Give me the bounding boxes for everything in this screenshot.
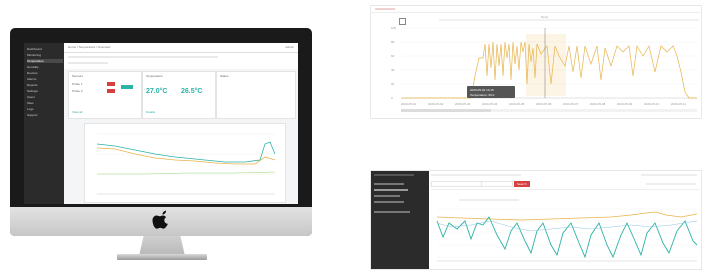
- tooltip-line: 2020-05-04 10:15: [470, 88, 494, 92]
- history-line-chart: [436, 208, 698, 262]
- card-title: Status: [220, 74, 229, 78]
- temp-value: 27.0°C: [146, 88, 168, 95]
- y-tick: 100: [391, 26, 396, 30]
- sidebar-item[interactable]: Logs: [27, 107, 63, 111]
- zoom-slider-handle[interactable]: [401, 109, 491, 112]
- highlight-band: [526, 34, 566, 96]
- sidebar-item-active[interactable]: Temperature: [27, 59, 63, 63]
- temp-value: 26.5°C: [181, 88, 203, 95]
- history-sidebar: [371, 171, 429, 269]
- sidebar-item[interactable]: Sites: [27, 101, 63, 105]
- sidebar-item[interactable]: Reports: [27, 83, 63, 87]
- x-tick: 2020-05-11: [671, 102, 686, 106]
- series-a-line: [436, 211, 698, 221]
- y-tick: 20: [391, 82, 395, 86]
- app-sidebar: Dashboard Monitoring Temperature Humidit…: [24, 43, 64, 204]
- search-button[interactable]: Search: [514, 181, 530, 187]
- x-tick: 2020-05-07: [563, 102, 579, 106]
- sidebar-item[interactable]: Devices: [27, 71, 63, 75]
- card-row: Probe 1: [72, 82, 83, 86]
- x-tick: 2020-05-04: [482, 102, 498, 106]
- status-card: Status: [216, 71, 296, 119]
- details-link[interactable]: Details: [146, 110, 155, 114]
- card-title: Temperature: [146, 74, 163, 78]
- x-tick: 2020-05-08: [590, 102, 606, 106]
- date-input[interactable]: [481, 181, 513, 187]
- y-ticks: 100 80 60 40 20 0: [391, 26, 396, 100]
- series-c-line: [97, 171, 276, 175]
- y-tick: 0: [391, 96, 393, 100]
- y-tick: 60: [391, 54, 395, 58]
- sidebar-item[interactable]: Users: [27, 95, 63, 99]
- imac-stand-neck: [139, 236, 185, 256]
- series-a-line: [96, 141, 276, 163]
- x-tick: 2020-05-05: [509, 102, 525, 106]
- breadcrumb[interactable]: Home / Temperature / Overview: [68, 43, 110, 52]
- card-row: Probe 2: [72, 89, 83, 93]
- y-tick: 80: [391, 40, 395, 44]
- user-menu[interactable]: Admin: [285, 43, 294, 52]
- card-title: Sensors: [72, 74, 84, 78]
- chart-title: Temp: [541, 15, 549, 19]
- x-tick: 2020-05-09: [617, 102, 633, 106]
- view-all-link[interactable]: View all: [72, 110, 82, 114]
- series-b-line: [436, 216, 698, 259]
- x-tick: 2020-05-03: [455, 102, 471, 106]
- ok-tag: [121, 85, 133, 89]
- app-top-bar: Home / Temperature / Overview Admin: [64, 43, 298, 53]
- tooltip-line: Temperature: 60.0: [470, 93, 495, 97]
- temperature-card: Temperature 27.0°C 26.5°C Details: [142, 71, 216, 119]
- imac-screen: Dashboard Monitoring Temperature Humidit…: [24, 43, 298, 204]
- sidebar-item[interactable]: Dashboard: [27, 47, 63, 51]
- y-tick: 40: [391, 68, 395, 72]
- alarm-tag: [107, 89, 115, 93]
- sidebar-item[interactable]: Alarms: [27, 77, 63, 81]
- trend-chart: [96, 133, 276, 195]
- apple-logo-icon: [152, 210, 168, 229]
- sidebar-item[interactable]: Support: [27, 113, 63, 117]
- trend-chart-card: [84, 123, 286, 203]
- x-tick: 2020-05-01: [401, 102, 417, 106]
- x-tick: 2020-05-06: [536, 102, 552, 106]
- filter-row: [64, 53, 298, 69]
- x-ticks: 2020-05-01 2020-05-02 2020-05-03 2020-05…: [401, 102, 686, 106]
- alarm-tag: [107, 82, 115, 86]
- sensor-card: Sensors Probe 1 Probe 2 View all: [68, 71, 142, 119]
- temp-line-chart: Temp 100 80 60 40 20 0 2020-05-04 10:15 …: [391, 15, 697, 112]
- sidebar-item[interactable]: Settings: [27, 89, 63, 93]
- sidebar-item[interactable]: Monitoring: [27, 53, 63, 57]
- x-tick: 2020-05-02: [428, 102, 444, 106]
- sidebar-item[interactable]: Humidity: [27, 65, 63, 69]
- temp-chart-panel: Temp 100 80 60 40 20 0 2020-05-04 10:15 …: [370, 5, 702, 119]
- imac-stand-base: [117, 254, 207, 260]
- x-tick: 2020-05-10: [644, 102, 660, 106]
- history-panel: Search: [370, 170, 702, 270]
